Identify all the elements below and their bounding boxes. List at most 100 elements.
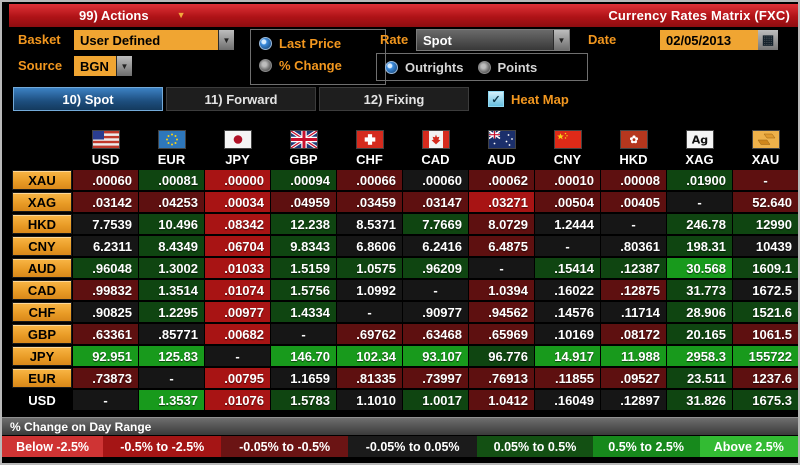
- rate-cell-usd-chf[interactable]: 1.1010: [337, 390, 402, 410]
- rate-cell-hkd-aud[interactable]: 8.0729: [469, 214, 534, 234]
- radio-unselected-icon[interactable]: [478, 61, 491, 74]
- rate-cell-cny-eur[interactable]: 8.4349: [139, 236, 204, 256]
- radio-selected-icon[interactable]: [385, 61, 398, 74]
- row-header-gbp[interactable]: GBP: [12, 324, 72, 344]
- rate-cell-aud-usd[interactable]: .96048: [73, 258, 138, 278]
- rate-cell-xau-gbp[interactable]: .00094: [271, 170, 336, 190]
- rate-cell-cad-cad[interactable]: -: [403, 280, 468, 300]
- rate-cell-cad-eur[interactable]: 1.3514: [139, 280, 204, 300]
- rate-cell-xag-gbp[interactable]: .04959: [271, 192, 336, 212]
- rate-cell-jpy-cad[interactable]: 93.107: [403, 346, 468, 366]
- rate-cell-gbp-usd[interactable]: .63361: [73, 324, 138, 344]
- chevron-down-icon[interactable]: ▼: [218, 30, 234, 50]
- rate-cell-cny-aud[interactable]: 6.4875: [469, 236, 534, 256]
- rate-cell-hkd-cny[interactable]: 1.2444: [535, 214, 600, 234]
- rate-cell-hkd-hkd[interactable]: -: [601, 214, 666, 234]
- column-header-xag[interactable]: AgXAG: [667, 117, 732, 167]
- column-header-usd[interactable]: USD: [73, 117, 138, 167]
- row-header-jpy[interactable]: JPY: [12, 346, 72, 366]
- rate-cell-xau-hkd[interactable]: .00008: [601, 170, 666, 190]
- rate-cell-cny-xau[interactable]: 10439: [733, 236, 798, 256]
- rate-cell-xau-xau[interactable]: -: [733, 170, 798, 190]
- row-header-cny[interactable]: CNY: [12, 236, 72, 256]
- rate-cell-usd-cny[interactable]: .16049: [535, 390, 600, 410]
- rate-cell-eur-aud[interactable]: .76913: [469, 368, 534, 388]
- rate-cell-xau-chf[interactable]: .00066: [337, 170, 402, 190]
- rate-cell-hkd-gbp[interactable]: 12.238: [271, 214, 336, 234]
- radio-selected-icon[interactable]: [259, 37, 272, 50]
- rate-cell-jpy-gbp[interactable]: 146.70: [271, 346, 336, 366]
- rate-cell-jpy-aud[interactable]: 96.776: [469, 346, 534, 366]
- rate-cell-aud-chf[interactable]: 1.0575: [337, 258, 402, 278]
- column-header-cny[interactable]: CNY: [535, 117, 600, 167]
- tab-spot[interactable]: 10) Spot: [13, 87, 163, 111]
- column-header-xau[interactable]: XAU: [733, 117, 798, 167]
- rate-cell-chf-cad[interactable]: .90977: [403, 302, 468, 322]
- actions-menu[interactable]: 99) Actions ▼: [79, 8, 186, 23]
- row-header-xag[interactable]: XAG: [12, 192, 72, 212]
- rate-cell-eur-cad[interactable]: .73997: [403, 368, 468, 388]
- rate-cell-hkd-xag[interactable]: 246.78: [667, 214, 732, 234]
- rate-cell-jpy-usd[interactable]: 92.951: [73, 346, 138, 366]
- rate-cell-usd-jpy[interactable]: .01076: [205, 390, 270, 410]
- rate-cell-aud-aud[interactable]: -: [469, 258, 534, 278]
- rate-cell-gbp-xau[interactable]: 1061.5: [733, 324, 798, 344]
- rate-cell-hkd-jpy[interactable]: .08342: [205, 214, 270, 234]
- rate-cell-jpy-cny[interactable]: 14.917: [535, 346, 600, 366]
- rate-cell-cny-xag[interactable]: 198.31: [667, 236, 732, 256]
- rate-cell-xau-aud[interactable]: .00062: [469, 170, 534, 190]
- rate-cell-hkd-eur[interactable]: 10.496: [139, 214, 204, 234]
- rate-cell-gbp-jpy[interactable]: .00682: [205, 324, 270, 344]
- rate-cell-aud-hkd[interactable]: .12387: [601, 258, 666, 278]
- date-input[interactable]: 02/05/2013: [660, 30, 766, 50]
- rate-cell-usd-gbp[interactable]: 1.5783: [271, 390, 336, 410]
- radio-last-price[interactable]: Last Price: [259, 32, 377, 54]
- basket-select[interactable]: User Defined ▼: [74, 30, 234, 50]
- tab-fixing[interactable]: 12) Fixing: [319, 87, 469, 111]
- rate-cell-usd-xau[interactable]: 1675.3: [733, 390, 798, 410]
- rate-cell-xag-hkd[interactable]: .00405: [601, 192, 666, 212]
- column-header-gbp[interactable]: GBP: [271, 117, 336, 167]
- chevron-down-icon[interactable]: ▼: [553, 30, 569, 50]
- rate-cell-xag-xau[interactable]: 52.640: [733, 192, 798, 212]
- rate-cell-chf-xag[interactable]: 28.906: [667, 302, 732, 322]
- rate-cell-chf-aud[interactable]: .94562: [469, 302, 534, 322]
- rate-cell-chf-cny[interactable]: .14576: [535, 302, 600, 322]
- rate-cell-eur-hkd[interactable]: .09527: [601, 368, 666, 388]
- rate-cell-chf-chf[interactable]: -: [337, 302, 402, 322]
- rate-cell-usd-aud[interactable]: 1.0412: [469, 390, 534, 410]
- rate-cell-cad-hkd[interactable]: .12875: [601, 280, 666, 300]
- rate-cell-cny-hkd[interactable]: .80361: [601, 236, 666, 256]
- heat-map-toggle[interactable]: ✓ Heat Map: [488, 87, 569, 111]
- rate-cell-xau-xag[interactable]: .01900: [667, 170, 732, 190]
- column-header-chf[interactable]: CHF: [337, 117, 402, 167]
- rate-cell-xag-cad[interactable]: .03147: [403, 192, 468, 212]
- rate-cell-cny-cad[interactable]: 6.2416: [403, 236, 468, 256]
- rate-cell-jpy-eur[interactable]: 125.83: [139, 346, 204, 366]
- rate-cell-cad-xag[interactable]: 31.773: [667, 280, 732, 300]
- rate-cell-aud-xau[interactable]: 1609.1: [733, 258, 798, 278]
- row-header-xau[interactable]: XAU: [12, 170, 72, 190]
- rate-cell-usd-usd[interactable]: -: [73, 390, 138, 410]
- rate-cell-usd-eur[interactable]: 1.3537: [139, 390, 204, 410]
- rate-cell-jpy-xag[interactable]: 2958.3: [667, 346, 732, 366]
- radio-unselected-icon[interactable]: [259, 59, 272, 72]
- rate-cell-chf-gbp[interactable]: 1.4334: [271, 302, 336, 322]
- row-header-cad[interactable]: CAD: [12, 280, 72, 300]
- rate-cell-cad-xau[interactable]: 1672.5: [733, 280, 798, 300]
- rate-cell-xau-cad[interactable]: .00060: [403, 170, 468, 190]
- rate-cell-cny-chf[interactable]: 6.8606: [337, 236, 402, 256]
- rate-cell-xag-eur[interactable]: .04253: [139, 192, 204, 212]
- rate-cell-usd-hkd[interactable]: .12897: [601, 390, 666, 410]
- row-header-eur[interactable]: EUR: [12, 368, 72, 388]
- tab-forward[interactable]: 11) Forward: [166, 87, 316, 111]
- column-header-eur[interactable]: EUR: [139, 117, 204, 167]
- rate-cell-gbp-hkd[interactable]: .08172: [601, 324, 666, 344]
- rate-cell-cny-jpy[interactable]: .06704: [205, 236, 270, 256]
- rate-cell-jpy-xau[interactable]: 155722: [733, 346, 798, 366]
- rate-cell-aud-eur[interactable]: 1.3002: [139, 258, 204, 278]
- radio-points[interactable]: Points: [478, 56, 538, 78]
- rate-cell-xau-cny[interactable]: .00010: [535, 170, 600, 190]
- rate-cell-cny-gbp[interactable]: 9.8343: [271, 236, 336, 256]
- rate-cell-hkd-xau[interactable]: 12990: [733, 214, 798, 234]
